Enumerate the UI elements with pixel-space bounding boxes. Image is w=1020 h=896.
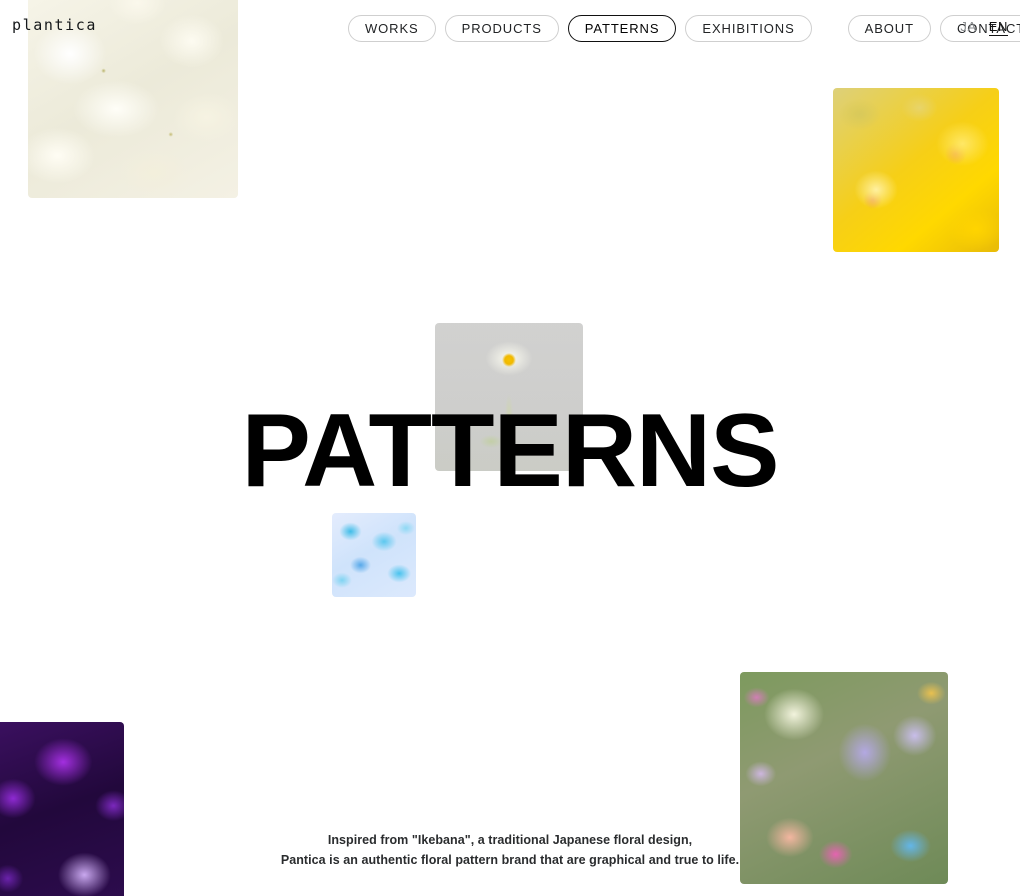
language-switcher: JA EN	[960, 20, 1008, 36]
site-logo[interactable]: plantica	[12, 18, 97, 33]
gallery-image-blue-pattern	[332, 513, 416, 597]
tagline-line-2: Pantica is an authentic floral pattern b…	[280, 853, 740, 868]
gallery-image-yellow-flowers	[833, 88, 999, 252]
primary-navigation: WORKS PRODUCTS PATTERNS EXHIBITIONS ABOU…	[348, 15, 1020, 42]
page-root: plantica WORKS PRODUCTS PATTERNS EXHIBIT…	[0, 0, 1020, 896]
nav-item-patterns[interactable]: PATTERNS	[567, 15, 677, 42]
nav-item-about[interactable]: ABOUT	[847, 15, 931, 42]
nav-item-works[interactable]: WORKS	[348, 15, 436, 42]
nav-separator	[821, 28, 839, 29]
gallery-image-white-daisy	[435, 323, 583, 471]
tagline: Inspired from "Ikebana", a traditional J…	[0, 830, 1020, 871]
language-option-ja[interactable]: JA	[960, 20, 976, 33]
tagline-line-1: Inspired from "Ikebana", a traditional J…	[327, 833, 693, 847]
nav-item-exhibitions[interactable]: EXHIBITIONS	[685, 15, 812, 42]
nav-item-products[interactable]: PRODUCTS	[444, 15, 559, 42]
language-option-en[interactable]: EN	[988, 20, 1008, 36]
